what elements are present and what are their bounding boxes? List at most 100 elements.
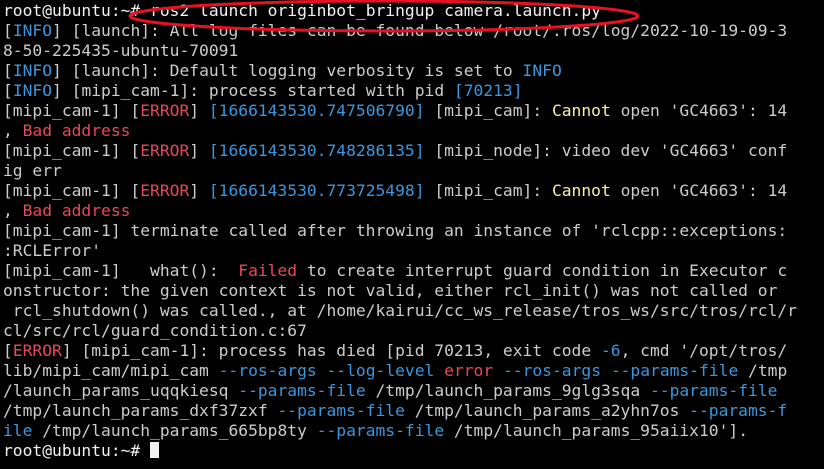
terminal-text: [ xyxy=(3,21,13,40)
terminal-text: [ xyxy=(3,61,13,80)
terminal-line: [mipi_cam-1] what(): Failed to create in… xyxy=(3,261,821,281)
terminal-text: /tmp xyxy=(738,361,788,380)
terminal-text: Cannot xyxy=(551,181,611,200)
text-cursor xyxy=(150,442,160,458)
terminal-text: cl/src/rcl/guard_condition.c:67 xyxy=(3,321,307,340)
terminal-line: onstructor: the given context is not val… xyxy=(3,281,821,301)
terminal-text: --params-file xyxy=(238,381,366,400)
terminal-text: 8-50-225435-ubuntu-70091 xyxy=(3,41,239,60)
terminal-text: Failed xyxy=(238,261,298,280)
terminal-text: /tmp/launch_params_95aiix10']. xyxy=(444,421,748,440)
terminal-text: ERROR xyxy=(140,181,190,200)
terminal-text: --ros-args xyxy=(502,361,601,380)
terminal-line: /tmp/launch_params_dxf37zxf --params-fil… xyxy=(3,401,821,421)
terminal-line: [mipi_cam-1] [ERROR] [1666143530.7475067… xyxy=(3,101,821,121)
terminal-output: root@ubuntu:~# ros2 launch originbot_bri… xyxy=(3,1,821,461)
shell-prompt: root@ubuntu:~# xyxy=(3,441,151,460)
terminal-window[interactable]: root@ubuntu:~# ros2 launch originbot_bri… xyxy=(0,0,824,469)
terminal-text: ERROR xyxy=(12,341,62,360)
terminal-line: ig err xyxy=(3,161,821,181)
terminal-text: [mipi_cam]: xyxy=(424,101,552,120)
terminal-line: , Bad address xyxy=(3,201,821,221)
terminal-line: lib/mipi_cam/mipi_cam --ros-args --log-l… xyxy=(3,361,821,381)
terminal-text: [mipi_cam-1] terminate called after thro… xyxy=(3,221,788,240)
terminal-text: --params-file xyxy=(610,361,739,380)
shell-prompt: root@ubuntu:~# xyxy=(3,1,151,20)
terminal-line: cl/src/rcl/guard_condition.c:67 xyxy=(3,321,821,341)
terminal-text: ] [mipi_cam-1]: process started with pid xyxy=(52,81,454,100)
terminal-text: --ros-args xyxy=(218,361,317,380)
terminal-line: [mipi_cam-1] [ERROR] [1666143530.7482861… xyxy=(3,141,821,161)
terminal-text: [mipi_cam-1] [ xyxy=(3,101,141,120)
terminal-text: --log-level xyxy=(326,361,435,380)
terminal-text: -6 xyxy=(600,341,621,360)
terminal-text: ERROR xyxy=(140,141,190,160)
terminal-text: ] xyxy=(189,181,209,200)
terminal-line: [mipi_cam-1] [ERROR] [1666143530.7737254… xyxy=(3,181,821,201)
terminal-text: [70213] xyxy=(453,81,523,100)
terminal-text: , xyxy=(3,121,23,140)
terminal-line: root@ubuntu:~# xyxy=(3,441,821,461)
terminal-text: [mipi_node]: video dev 'GC4663' conf xyxy=(424,141,788,160)
terminal-text: INFO xyxy=(522,61,562,80)
terminal-text: /launch_params_uqqkiesq xyxy=(3,381,239,400)
terminal-text: --params-file xyxy=(316,421,445,440)
terminal-text: , cmd '/opt/tros/ xyxy=(620,341,788,360)
terminal-text: onstructor: the given context is not val… xyxy=(3,281,778,300)
terminal-text: error xyxy=(444,361,494,380)
terminal-text: INFO xyxy=(12,61,53,80)
terminal-text: [1666143530.748286135] xyxy=(208,141,425,160)
terminal-text: ] [launch]: Default logging verbosity is… xyxy=(52,61,523,80)
terminal-line: /launch_params_uqqkiesq --params-file /t… xyxy=(3,381,821,401)
terminal-text: rcl_shutdown() was called., at /home/kai… xyxy=(3,301,797,320)
terminal-text: [mipi_cam]: xyxy=(424,181,552,200)
terminal-text: /tmp/launch_params_a2yhn7os xyxy=(404,401,690,420)
terminal-text: open 'GC4663': 14 xyxy=(610,181,788,200)
terminal-text: , xyxy=(3,201,23,220)
terminal-text: open 'GC4663': 14 xyxy=(610,101,788,120)
terminal-text: [mipi_cam-1] [ xyxy=(3,181,141,200)
terminal-line: , Bad address xyxy=(3,121,821,141)
terminal-text: ] xyxy=(189,141,209,160)
terminal-text: [1666143530.773725498] xyxy=(208,181,425,200)
terminal-text: ERROR xyxy=(140,101,190,120)
terminal-text: [mipi_cam-1] [ xyxy=(3,141,141,160)
terminal-line: [mipi_cam-1] terminate called after thro… xyxy=(3,221,821,241)
terminal-text: --params-file xyxy=(649,381,778,400)
terminal-line: [ERROR] [mipi_cam-1]: process has died [… xyxy=(3,341,821,361)
terminal-text: Bad address xyxy=(22,201,131,220)
terminal-text: /tmp/launch_params_665bp8ty xyxy=(32,421,317,440)
terminal-line: [INFO] [mipi_cam-1]: process started wit… xyxy=(3,81,821,101)
terminal-text: [ xyxy=(3,81,13,100)
terminal-text: ] [mipi_cam-1]: process has died [pid 70… xyxy=(61,341,601,360)
terminal-text: [1666143530.747506790] xyxy=(208,101,425,120)
terminal-line: [INFO] [launch]: Default logging verbosi… xyxy=(3,61,821,81)
terminal-text: --params-file xyxy=(277,401,405,420)
terminal-text: :RCLError' xyxy=(3,241,102,260)
terminal-text: to create interrupt guard condition in E… xyxy=(297,261,788,280)
terminal-line: ile /tmp/launch_params_665bp8ty --params… xyxy=(3,421,821,441)
terminal-line: [INFO] [launch]: All log files can be fo… xyxy=(3,21,821,41)
terminal-line: rcl_shutdown() was called., at /home/kai… xyxy=(3,301,821,321)
terminal-text: ros2 launch originbot_bringup camera.lau… xyxy=(150,1,601,20)
terminal-line: 8-50-225435-ubuntu-70091 xyxy=(3,41,821,61)
terminal-text: /tmp/launch_params_dxf37zxf xyxy=(3,401,278,420)
terminal-text: Cannot xyxy=(551,101,611,120)
terminal-text: --params-f xyxy=(689,401,788,420)
terminal-text: [ xyxy=(3,341,13,360)
terminal-text: INFO xyxy=(12,21,53,40)
terminal-text: [mipi_cam-1] what(): xyxy=(3,261,239,280)
terminal-text: INFO xyxy=(12,81,53,100)
terminal-line: :RCLError' xyxy=(3,241,821,261)
terminal-text: ] xyxy=(189,101,209,120)
terminal-text: lib/mipi_cam/mipi_cam xyxy=(3,361,219,380)
terminal-text: /tmp/launch_params_9glg3sqa xyxy=(365,381,650,400)
terminal-line: root@ubuntu:~# ros2 launch originbot_bri… xyxy=(3,1,821,21)
terminal-text: ile xyxy=(3,421,33,440)
terminal-text: Bad address xyxy=(22,121,131,140)
terminal-text: ig err xyxy=(3,161,62,180)
